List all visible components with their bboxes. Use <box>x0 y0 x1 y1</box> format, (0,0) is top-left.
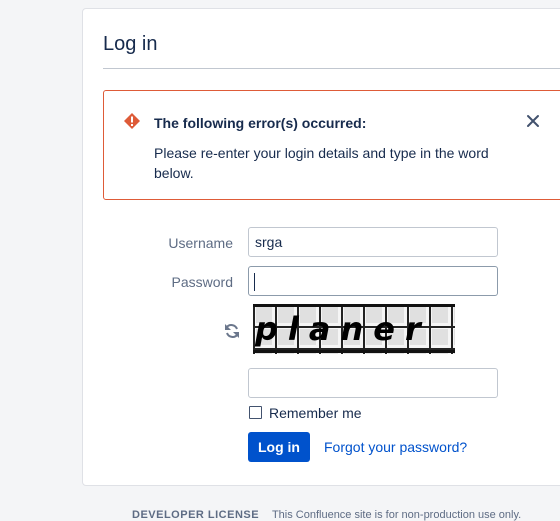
error-message-box: The following error(s) occurred: Please … <box>103 90 560 200</box>
error-icon <box>124 113 140 129</box>
password-field[interactable] <box>248 266 498 296</box>
username-field[interactable] <box>248 227 498 257</box>
remember-me-checkbox[interactable] <box>249 406 262 419</box>
login-panel: Log in The following error(s) occurred: … <box>82 8 560 486</box>
license-footer: DEVELOPER LICENSE This Confluence site i… <box>132 509 521 521</box>
page-title: Log in <box>103 33 158 55</box>
captcha-answer-field[interactable] <box>248 368 498 398</box>
title-divider <box>103 68 560 69</box>
error-title: The following error(s) occurred: <box>154 115 367 131</box>
license-label: DEVELOPER LICENSE <box>132 509 260 521</box>
captcha-word: planer <box>254 310 431 348</box>
error-message: Please re-enter your login details and t… <box>154 145 489 181</box>
text-caret <box>254 273 255 291</box>
captcha-image: planer <box>253 304 455 354</box>
refresh-icon[interactable] <box>223 322 241 340</box>
login-button[interactable]: Log in <box>248 432 310 462</box>
license-text: This Confluence site is for non-producti… <box>271 509 522 521</box>
password-label: Password <box>171 274 233 290</box>
close-icon[interactable] <box>524 112 542 130</box>
username-label: Username <box>168 235 233 251</box>
remember-me-label[interactable]: Remember me <box>269 405 362 421</box>
forgot-password-link[interactable]: Forgot your password? <box>324 439 467 455</box>
